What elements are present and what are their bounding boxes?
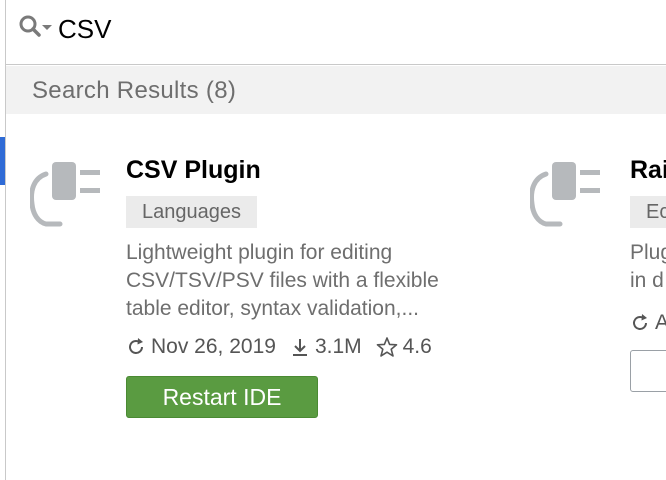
selected-category-indicator — [0, 137, 5, 185]
plugin-description: Lightweight plugin for editing CSV/TSV/P… — [126, 239, 486, 323]
search-input[interactable] — [58, 10, 638, 48]
refresh-icon — [633, 314, 647, 330]
search-dropdown-icon[interactable] — [18, 14, 58, 42]
updated-date: Nov 26, 2019 — [126, 335, 276, 359]
plugin-meta: Nov 26, 2019 3.1M 4.6 — [126, 332, 446, 362]
updated-date: A — [630, 311, 666, 335]
search-bar — [6, 0, 666, 65]
plug-icon — [530, 158, 606, 234]
plugin-tag: Languages — [126, 196, 257, 228]
plugin-name[interactable]: CSV Plugin — [126, 156, 261, 185]
description-line: CSV/TSV/PSV files with a flexible — [126, 269, 439, 292]
description-line: Lightweight plugin for editing — [126, 241, 393, 264]
plugin-meta: A — [630, 308, 666, 338]
description-line: table editor, syntax validation,... — [126, 297, 420, 320]
search-results-header: Search Results (8) — [6, 66, 666, 114]
download-icon — [292, 339, 307, 356]
description-line: in d — [630, 269, 664, 292]
plugin-tag: Ec — [630, 196, 666, 228]
plugin-name[interactable]: Rai — [630, 156, 666, 185]
install-button[interactable] — [630, 350, 666, 392]
plugin-description: Plug in d — [630, 239, 666, 295]
restart-ide-button[interactable]: Restart IDE — [126, 376, 318, 418]
description-line: Plug — [630, 241, 666, 264]
download-count: 3.1M — [290, 335, 362, 359]
star-icon — [376, 337, 397, 357]
rating: 4.6 — [376, 335, 432, 359]
plug-icon — [29, 158, 106, 234]
plugin-card-clip: Rai Ec Plug in d A — [530, 148, 666, 448]
search-results-title: Search Results (8) — [32, 77, 237, 104]
refresh-icon — [129, 338, 143, 354]
